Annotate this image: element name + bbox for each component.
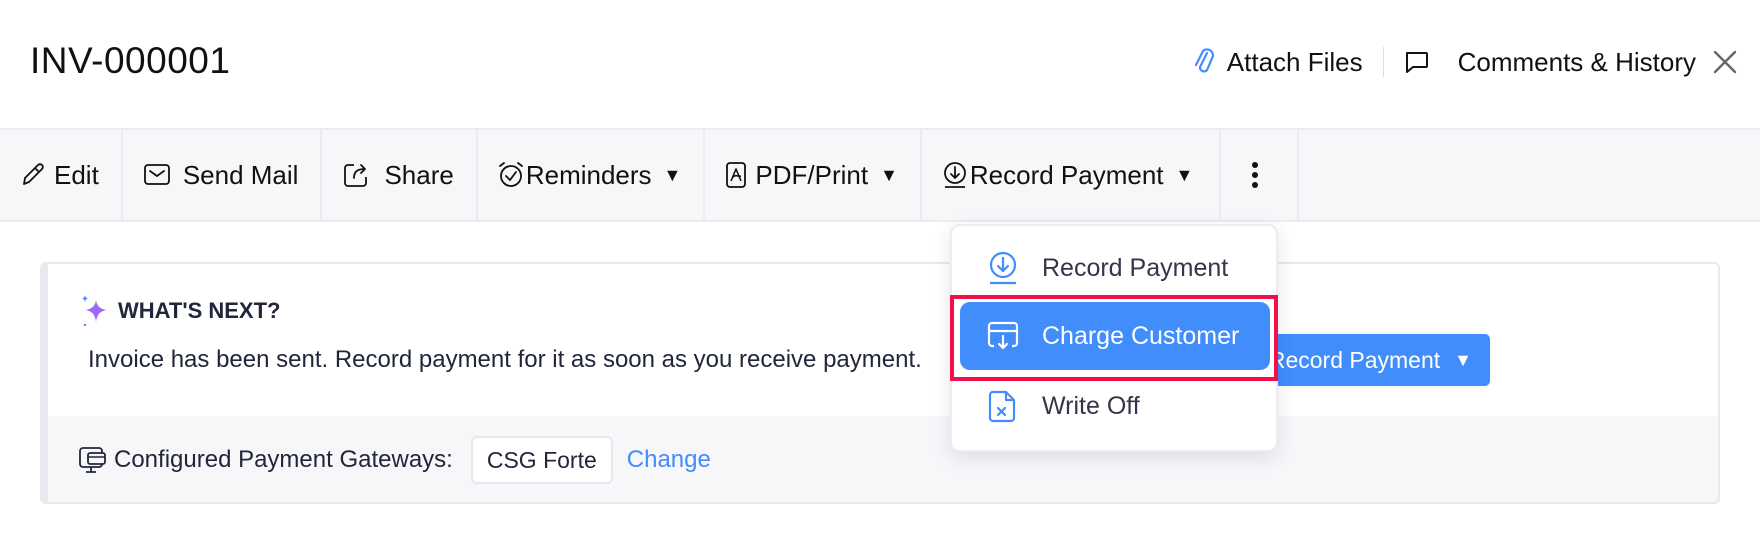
whats-next-heading: WHAT'S NEXT? [80,294,280,328]
send-mail-label: Send Mail [182,159,299,190]
share-icon [344,164,368,187]
comments-history-label: Comments & History [1457,46,1696,77]
pdf-print-label: PDF/Print [755,159,869,190]
caret-down-icon: ▼ [1454,349,1472,370]
attach-files-label: Attach Files [1226,46,1363,77]
whats-next-title: WHAT'S NEXT? [118,298,281,323]
whats-next-message: Invoice has been sent. Record payment fo… [88,346,922,373]
record-payment-dropdown[interactable]: Record Payment ▼ [922,130,1222,220]
card-download-icon [987,321,1019,350]
mail-icon [143,164,170,185]
header-divider [1382,47,1384,77]
alarm-clock-icon [498,162,523,187]
comments-history-button[interactable]: Comments & History [1404,47,1696,78]
close-button[interactable] [1712,49,1738,75]
pdf-print-dropdown[interactable]: PDF/Print ▼ [705,130,922,220]
whats-next-section: WHAT'S NEXT? Invoice has been sent. Reco… [48,264,1718,416]
record-payment-label: Record Payment [969,159,1164,190]
attach-files-button[interactable]: Attach Files [1193,47,1363,78]
reminders-label: Reminders [525,159,652,190]
caret-down-icon: ▼ [1175,164,1194,185]
share-label: Share [384,159,454,190]
menu-item-record-payment[interactable]: Record Payment [960,234,1270,302]
more-actions-button[interactable] [1221,130,1300,220]
invoice-title: INV-000001 [30,40,231,81]
file-x-icon [988,390,1016,423]
edit-label: Edit [54,159,99,190]
record-payment-menu: Record Payment Charge Customer Write Off [950,224,1278,452]
edit-button[interactable]: Edit [0,130,123,220]
download-circle-icon [989,251,1017,285]
close-icon [1713,50,1737,74]
header-actions: Attach Files Comments & History [1193,42,1738,82]
action-toolbar: Edit Send Mail Share Reminders ▼ PDF/Pri… [0,128,1760,222]
menu-item-label: Record Payment [1042,253,1229,282]
comment-icon [1405,52,1428,73]
change-gateway-link[interactable]: Change [627,446,711,474]
sparkle-icon [82,295,107,327]
paperclip-icon [1194,48,1214,73]
menu-item-charge-customer[interactable]: Charge Customer [960,302,1270,370]
download-circle-icon [943,162,966,188]
share-button[interactable]: Share [322,130,478,220]
gateway-chip: CSG Forte [470,436,613,484]
page-header: INV-000001 Attach Files Comments & Histo… [0,0,1760,128]
caret-down-icon: ▼ [880,164,898,185]
pencil-icon [23,163,44,185]
monitor-icon [79,447,106,473]
menu-item-label: Charge Customer [1042,321,1240,350]
whats-next-card: WHAT'S NEXT? Invoice has been sent. Reco… [40,262,1720,504]
payment-gateways-row: Configured Payment Gateways: CSG Forte C… [78,436,711,484]
send-mail-button[interactable]: Send Mail [123,130,323,220]
gateways-label: Configured Payment Gateways: [114,446,453,473]
payment-gateways-section: Configured Payment Gateways: CSG Forte C… [48,416,1718,502]
menu-item-label: Write Off [1042,391,1140,420]
pdf-icon [726,162,747,188]
reminders-dropdown[interactable]: Reminders ▼ [478,130,706,220]
vertical-ellipsis-icon [1252,162,1259,188]
menu-item-write-off[interactable]: Write Off [960,372,1270,440]
record-payment-primary-label: Record Payment [1268,346,1441,373]
caret-down-icon: ▼ [663,164,682,185]
